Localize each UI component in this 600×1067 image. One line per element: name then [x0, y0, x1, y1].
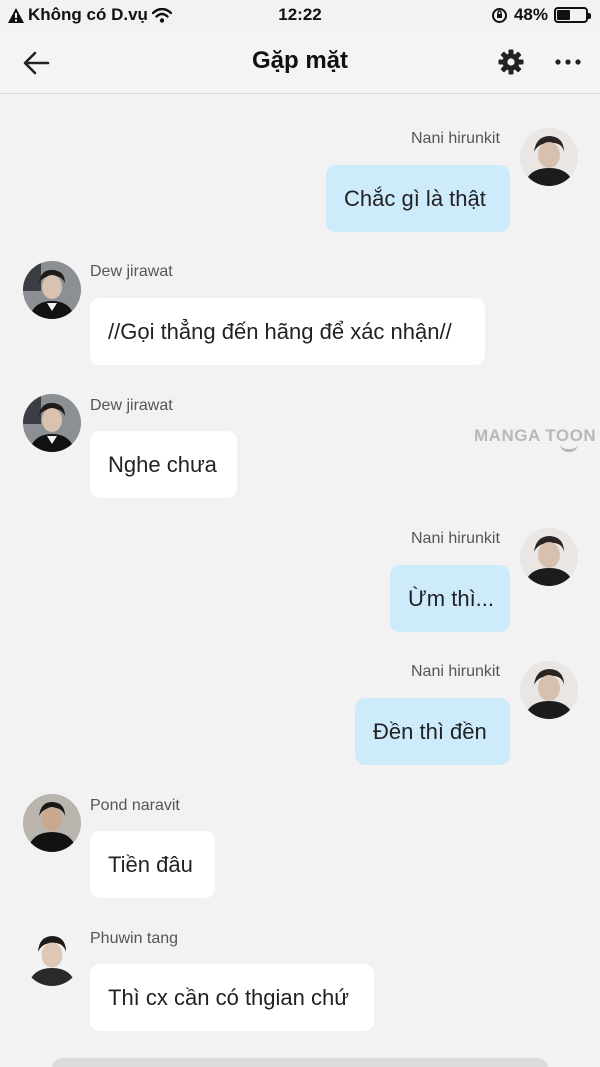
message-bubble[interactable]: Đền thì đền	[355, 698, 510, 765]
more-dots-icon[interactable]	[552, 50, 584, 74]
input-bar[interactable]	[52, 1058, 548, 1067]
sender-name: Phuwin tang	[90, 930, 179, 947]
avatar[interactable]	[23, 261, 81, 319]
avatar-image	[520, 661, 578, 719]
watermark-smile	[560, 444, 578, 452]
avatar-image	[520, 128, 578, 186]
message-bubble[interactable]: //Gọi thẳng đến hãng để xác nhận//	[90, 298, 485, 365]
watermark: MANGA TOON	[474, 426, 597, 445]
avatar-image	[23, 394, 81, 452]
sender-name: Nani hirunkit	[411, 530, 500, 547]
avatar-image	[23, 794, 81, 852]
sender-name: Dew jirawat	[90, 397, 173, 414]
battery-icon	[554, 7, 591, 23]
avatar-image	[520, 528, 578, 586]
status-right: 48%	[491, 5, 591, 25]
message-bubble[interactable]: Nghe chưa	[90, 431, 237, 498]
avatar[interactable]	[520, 528, 578, 586]
avatar[interactable]	[520, 661, 578, 719]
sender-name: Pond naravit	[90, 797, 180, 814]
message-bubble[interactable]: Tiền đâu	[90, 831, 215, 898]
avatar-image	[23, 928, 81, 986]
message-bubble[interactable]: Ừm thì...	[390, 565, 510, 632]
message-bubble[interactable]: Chắc gì là thật	[326, 165, 510, 232]
sender-name: Nani hirunkit	[411, 130, 500, 147]
avatar-image	[23, 261, 81, 319]
battery-fill	[557, 10, 571, 20]
avatar[interactable]	[23, 394, 81, 452]
battery-percent: 48%	[513, 5, 548, 24]
status-bar: Không có D.vụ 12:22 48%	[0, 0, 600, 32]
orientation-lock-icon	[491, 7, 507, 23]
avatar[interactable]	[520, 128, 578, 186]
gear-icon[interactable]	[497, 48, 525, 76]
avatar[interactable]	[23, 928, 81, 986]
sender-name: Nani hirunkit	[411, 663, 500, 680]
avatar[interactable]	[23, 794, 81, 852]
nav-bar: Gặp mặt	[0, 32, 600, 94]
sender-name: Dew jirawat	[90, 263, 173, 280]
message-bubble[interactable]: Thì cx cần có thgian chứ	[90, 964, 374, 1031]
